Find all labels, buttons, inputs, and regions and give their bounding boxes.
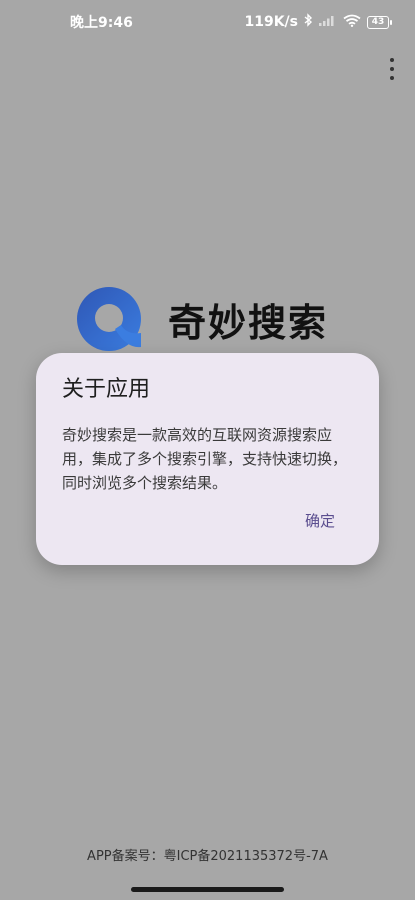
- dialog-actions: 确定: [305, 506, 335, 535]
- dialog-body: 奇妙搜索是一款高效的互联网资源搜索应用，集成了多个搜索引擎，支持快速切换，同时浏…: [62, 426, 348, 492]
- battery-level: 43: [371, 16, 385, 27]
- app-logo-area: 奇妙搜索: [75, 284, 375, 354]
- app-logo-icon: [77, 287, 141, 351]
- status-time: 晚上9:46: [70, 15, 133, 31]
- menu-dot-icon: [390, 58, 394, 62]
- bluetooth-icon: [304, 13, 313, 31]
- signal-icon: [319, 14, 337, 30]
- wifi-icon: [343, 14, 361, 31]
- status-bar: 晚上9:46 119K/s 43: [0, 0, 415, 44]
- status-right: 119K/s 43: [244, 13, 392, 31]
- more-options-button[interactable]: [383, 58, 401, 80]
- home-indicator[interactable]: [131, 887, 284, 892]
- app-name: 奇妙搜索: [168, 300, 329, 345]
- menu-dot-icon: [390, 67, 394, 71]
- icp-record: APP备案号：粤ICP备2021135372号-7A: [87, 849, 328, 864]
- network-speed: 119K/s: [244, 14, 298, 30]
- dialog-title: 关于应用: [62, 377, 151, 402]
- battery-icon: 43: [367, 15, 392, 29]
- about-dialog: 关于应用 奇妙搜索是一款高效的互联网资源搜索应用，集成了多个搜索引擎，支持快速切…: [36, 353, 379, 565]
- confirm-button[interactable]: 确定: [305, 506, 335, 535]
- menu-dot-icon: [390, 76, 394, 80]
